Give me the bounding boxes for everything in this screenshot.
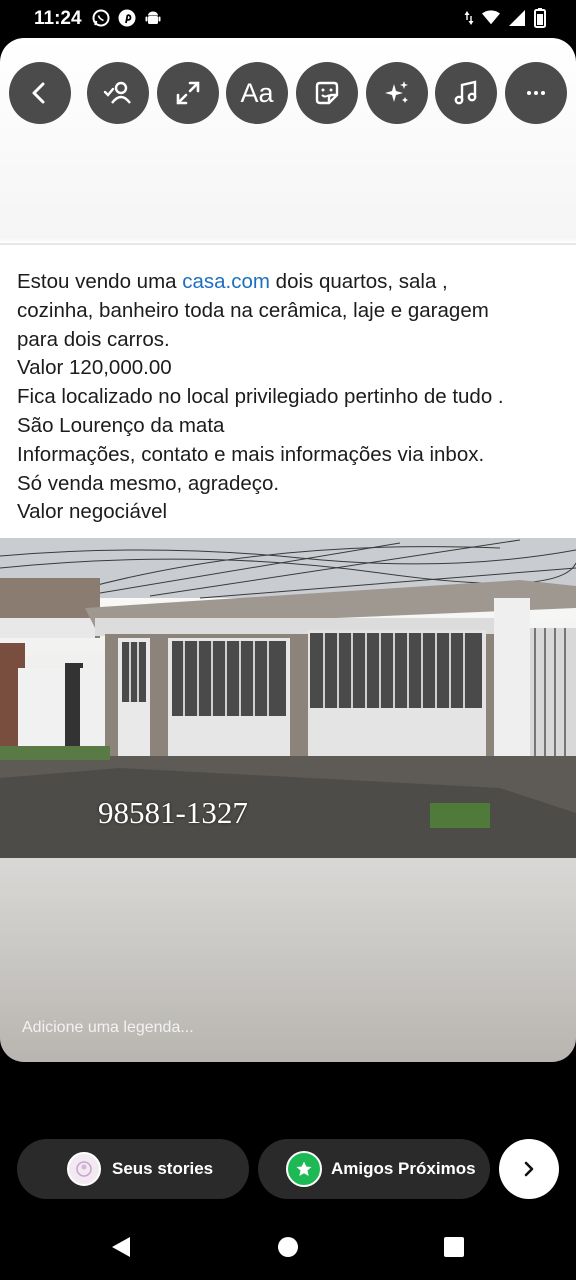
home-circle-icon [278,1237,298,1257]
next-button[interactable] [499,1139,559,1199]
your-stories-label: Seus stories [112,1159,214,1178]
phone-number-overlay: 98581-1327 [98,795,248,830]
sticker-button[interactable] [296,62,358,124]
status-bar: 11:24 [0,0,576,38]
nav-back-button[interactable] [108,1234,134,1260]
wifi-icon [482,9,500,27]
music-button[interactable] [435,62,497,124]
close-friends-label: Amigos Próximos [331,1159,476,1178]
more-icon [527,91,545,95]
caption-input[interactable]: Adicione uma legenda... [22,1019,194,1037]
post-line-3: para dois carros. [17,327,170,351]
your-stories-button[interactable]: Seus stories [17,1139,249,1199]
music-icon [454,80,477,105]
status-system-icons [464,8,546,28]
pinterest-icon [118,9,136,27]
post-line-5: Fica localizado no local privilegiado pe… [17,385,504,409]
tag-people-button[interactable] [87,62,149,124]
status-time: 11:24 [34,8,82,29]
more-options-button[interactable] [505,62,567,124]
system-nav-bar [0,1212,576,1280]
post-line-9: Valor negociável [17,500,168,524]
expand-icon [176,81,200,105]
post-line-6: São Lourenço da mata [17,413,225,437]
data-arrows-icon [464,9,474,27]
text-tool-button[interactable]: Aa [226,62,288,124]
sticker-icon [315,81,339,105]
battery-icon [534,8,546,28]
back-icon [32,82,45,104]
whatsapp-icon [92,9,110,27]
avatar [67,1152,101,1186]
effects-button[interactable] [366,62,428,124]
post-line-8: Só venda mesmo, agradeço. [17,471,280,495]
post-line-7: Informações, contato e mais informações … [17,442,485,466]
status-app-icons [92,9,162,27]
divider [0,243,576,245]
post-line-2: cozinha, banheiro toda na cerâmica, laje… [17,298,489,322]
post-line-4: Valor 120,000.00 [17,356,172,380]
post-line-1: Estou vendo uma casa.com dois quartos, s… [17,270,448,293]
back-button[interactable] [9,62,71,124]
post-link[interactable]: casa.com [182,270,270,293]
story-toolbar: Aa [9,62,567,124]
android-icon [144,9,162,27]
expand-button[interactable] [157,62,219,124]
story-editor-card: Aa Estou vendo uma casa.com dois quartos… [0,38,576,1062]
house-photo: 98581-1327 [0,538,576,858]
tag-people-icon [103,81,131,104]
star-icon [286,1151,322,1187]
text-icon: Aa [240,77,274,108]
nav-home-button[interactable] [275,1234,301,1260]
shared-post-text: Estou vendo uma casa.com dois quartos, s… [17,268,562,527]
close-friends-button[interactable]: Amigos Próximos [258,1139,490,1199]
nav-recents-button[interactable] [441,1234,467,1260]
recents-square-icon [444,1237,464,1257]
signal-icon [508,9,526,27]
effects-icon [385,81,408,103]
triangle-back-icon [112,1237,130,1257]
chevron-right-icon [524,1161,534,1177]
